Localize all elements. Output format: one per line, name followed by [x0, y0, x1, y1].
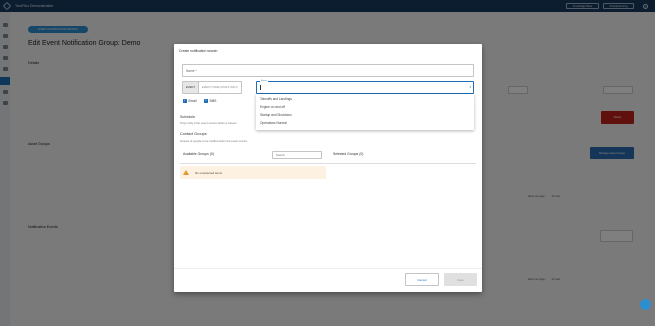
email-label: Email: [188, 99, 197, 103]
selected-groups-title: Selected Groups (0): [333, 152, 364, 156]
email-checkbox[interactable]: ✓ Email: [183, 99, 196, 103]
dropdown-option[interactable]: Operations Normal: [260, 121, 287, 125]
create-notification-search-dialog: Create notification search Name * EVENT …: [174, 44, 482, 292]
toggle-event[interactable]: EVENT: [183, 82, 199, 93]
dialog-title: Create notification search: [179, 49, 218, 53]
dropdown-option[interactable]: Engine on and off: [260, 105, 285, 109]
name-field-label: Name *: [186, 69, 197, 73]
event-dropdown-list: Takeoffs and Landings Engine on and off …: [256, 94, 474, 130]
warning-text: No unselected items: [195, 170, 223, 175]
event-field-label: Event: [260, 79, 268, 82]
warning-icon: [183, 170, 189, 175]
text-caret: [259, 85, 260, 90]
search-input[interactable]: [272, 151, 322, 159]
event-select[interactable]: Event ▾: [256, 79, 474, 94]
divider: [180, 163, 476, 164]
save-button[interactable]: Save: [444, 273, 477, 286]
dropdown-option[interactable]: Takeoffs and Landings: [260, 97, 292, 101]
empty-warning: No unselected items: [180, 166, 326, 179]
dropdown-option[interactable]: Startup and Shutdown: [260, 113, 292, 117]
sms-label: SMS: [209, 99, 217, 103]
chevron-down-icon[interactable]: ▾: [469, 85, 471, 89]
available-groups-title: Available Groups (0): [183, 152, 214, 156]
schedule-title: Schedule: [180, 115, 195, 119]
name-field[interactable]: Name *: [182, 64, 474, 77]
checkmark-icon: ✓: [183, 98, 187, 103]
contact-groups-title: Contact Groups: [180, 132, 207, 136]
schedule-subtitle: Only notify if the event occurs within a…: [180, 121, 237, 125]
sms-checkbox[interactable]: ✓ SMS: [204, 99, 216, 103]
checkmark-icon: ✓: [204, 98, 208, 103]
contact-groups-subtitle: Groups of people to be notified when the…: [180, 139, 248, 143]
toggle-event-code[interactable]: EVENT CODE (STAFF ONLY): [199, 82, 241, 93]
event-type-toggle: EVENT EVENT CODE (STAFF ONLY): [182, 81, 243, 94]
cancel-button[interactable]: Cancel: [405, 273, 439, 286]
chat-icon[interactable]: [640, 299, 651, 310]
footer-divider: [174, 268, 482, 269]
